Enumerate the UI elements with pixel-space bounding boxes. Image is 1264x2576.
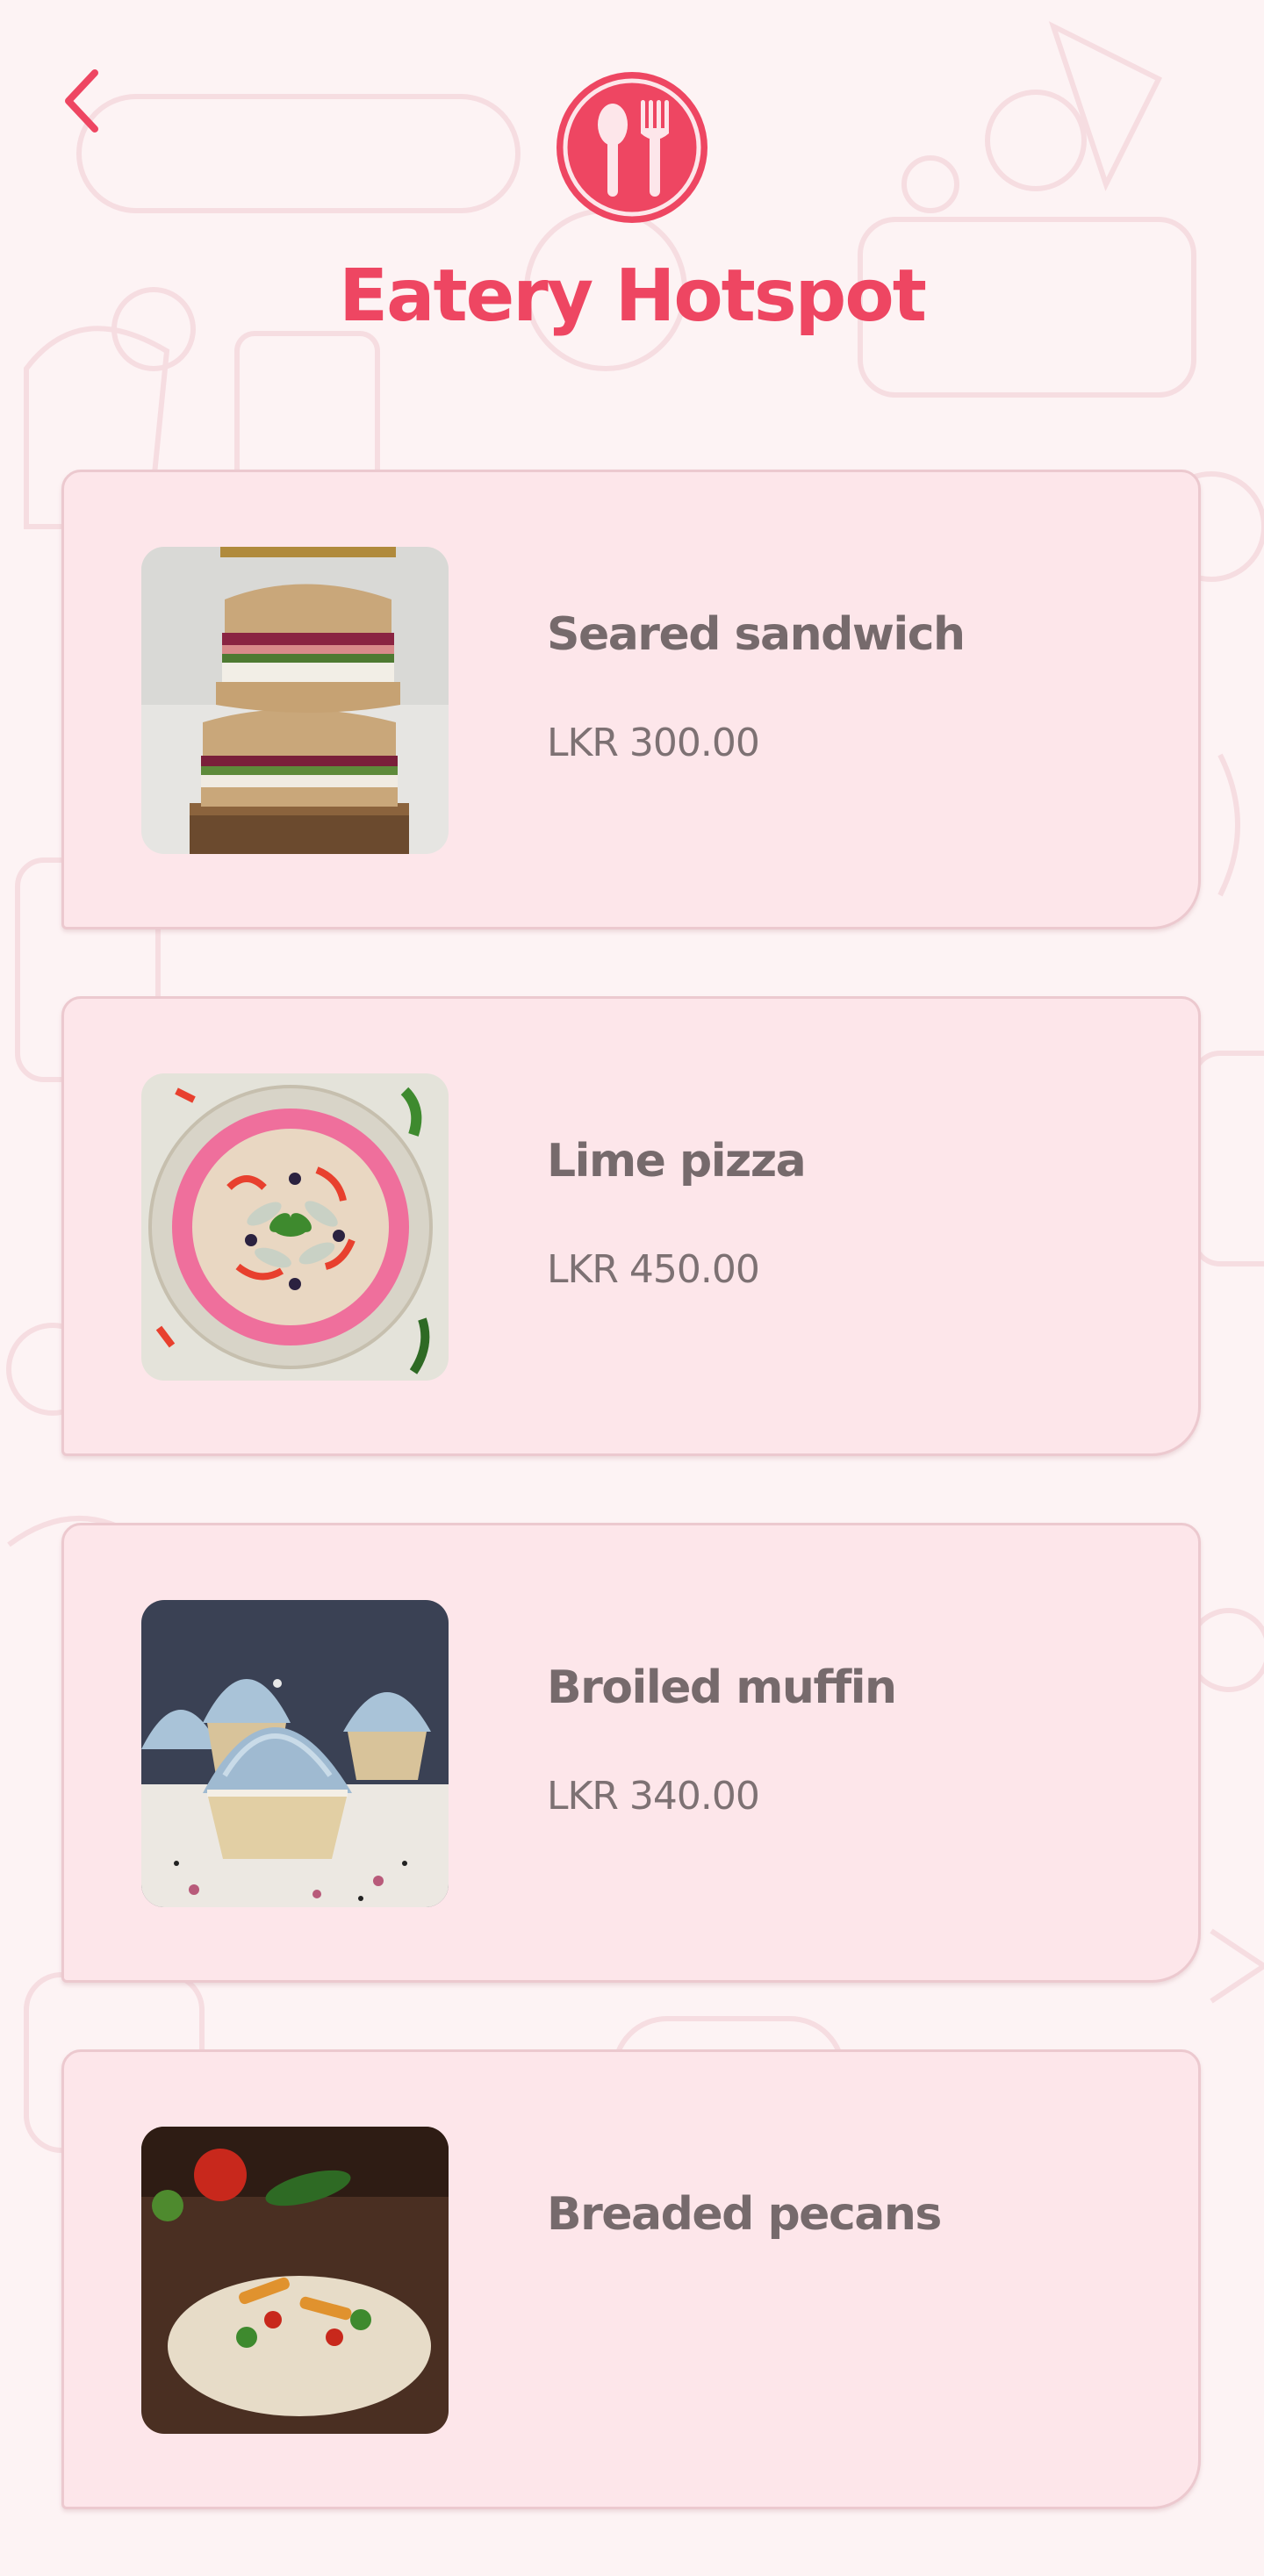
spoon-fork-icon (557, 72, 707, 223)
menu-list: Seared sandwich LKR 300.00 Lime pizza LK… (61, 470, 1203, 2576)
menu-item-card[interactable]: Broiled muffin LKR 340.00 (61, 1523, 1201, 1983)
menu-item-card[interactable]: Seared sandwich LKR 300.00 (61, 470, 1201, 929)
menu-item-price: LKR 300.00 (547, 721, 760, 765)
menu-item-name: Breaded pecans (547, 2188, 942, 2241)
menu-item-image (141, 1600, 449, 1907)
back-button[interactable] (51, 61, 112, 140)
menu-item-card[interactable]: Breaded pecans (61, 2049, 1201, 2509)
salad-platter-image (141, 2127, 449, 2434)
menu-item-image (141, 547, 449, 854)
menu-item-price: LKR 340.00 (547, 1774, 760, 1819)
app-title: Eatery Hotspot (339, 255, 927, 338)
restaurant-logo (555, 70, 709, 225)
sandwich-image (141, 547, 449, 854)
menu-item-card[interactable]: Lime pizza LKR 450.00 (61, 996, 1201, 1456)
pizza-image (141, 1073, 449, 1381)
cupcakes-image (141, 1600, 449, 1907)
menu-item-name: Seared sandwich (547, 608, 966, 661)
chevron-left-icon (65, 69, 98, 133)
menu-item-name: Lime pizza (547, 1135, 807, 1188)
menu-item-image (141, 1073, 449, 1381)
menu-item-image (141, 2127, 449, 2434)
menu-item-name: Broiled muffin (547, 1661, 897, 1714)
menu-item-price: LKR 450.00 (547, 1247, 760, 1292)
